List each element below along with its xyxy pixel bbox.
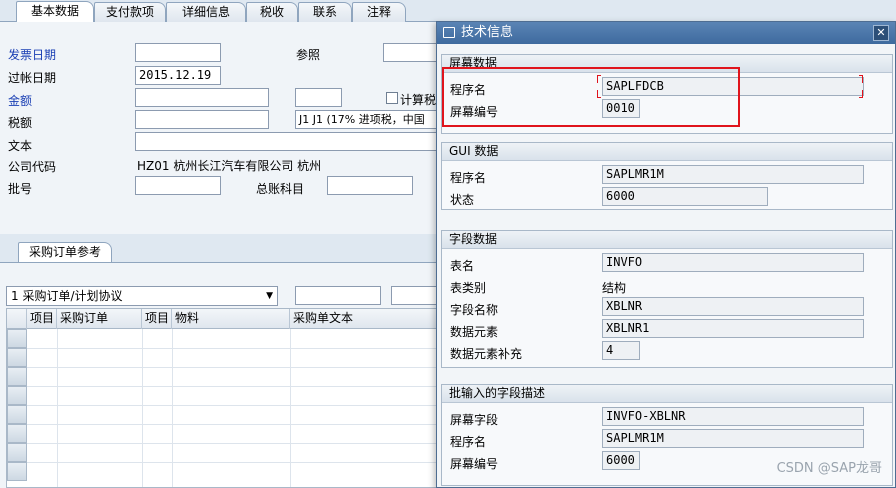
po-item-input[interactable]	[391, 286, 441, 305]
row-selector[interactable]	[7, 405, 27, 424]
row-line	[27, 424, 437, 425]
reference-input[interactable]	[383, 43, 443, 62]
bracket-mark	[597, 75, 601, 83]
tab-contact[interactable]: 联系	[298, 2, 352, 22]
row-selector[interactable]	[7, 462, 27, 481]
dtel-suppl-label: 数据元素补充	[450, 347, 523, 361]
bi-program-value[interactable]: SAPLMR1M	[602, 429, 864, 448]
posting-date-input[interactable]: 2015.12.19	[135, 66, 221, 85]
tax-amount-input[interactable]	[135, 110, 269, 129]
calc-tax-checkbox[interactable]	[386, 92, 398, 104]
row-line	[27, 348, 437, 349]
po-type-select[interactable]: 1 采购订单/计划协议 ▼	[6, 286, 278, 306]
invoice-date-label: 发票日期	[8, 48, 57, 62]
tab-details[interactable]: 详细信息	[166, 2, 246, 22]
text-input[interactable]	[135, 132, 445, 151]
dialog-title: 技术信息	[461, 25, 514, 40]
select-all-cell[interactable]	[7, 309, 27, 329]
row-selector[interactable]	[7, 367, 27, 386]
table-type-label: 表类别	[450, 281, 487, 295]
posting-date-label: 过帐日期	[8, 71, 57, 85]
gui-program-label: 程序名	[450, 171, 487, 185]
col-header-item[interactable]: 项目	[27, 309, 57, 329]
watermark: CSDN @SAP龙哥	[776, 461, 882, 476]
bi-screen-no-value[interactable]: 6000	[602, 451, 640, 470]
po-type-value: 1 采购订单/计划协议	[11, 289, 123, 303]
data-element-value[interactable]: XBLNR1	[602, 319, 864, 338]
dtel-suppl-value[interactable]: 4	[602, 341, 640, 360]
row-line	[27, 462, 437, 463]
highlight-box	[442, 67, 740, 127]
tab-bar: 基本数据 支付款项 详细信息 税收 联系 注释	[0, 0, 896, 23]
batch-label: 批号	[8, 182, 33, 196]
gl-account-label: 总账科目	[256, 182, 305, 196]
bi-program-label: 程序名	[450, 435, 487, 449]
row-selector[interactable]	[7, 424, 27, 443]
gui-program-value[interactable]: SAPLMR1M	[602, 165, 864, 184]
row-line	[27, 367, 437, 368]
field-name-value[interactable]: XBLNR	[602, 297, 864, 316]
screen-field-value[interactable]: INVFO-XBLNR	[602, 407, 864, 426]
table-name-label: 表名	[450, 259, 475, 273]
company-code-value: HZ01 杭州长江汽车有限公司 杭州	[137, 159, 322, 173]
tab-basic-data[interactable]: 基本数据	[16, 1, 94, 23]
amount-input[interactable]	[135, 88, 269, 107]
reference-label: 参照	[296, 48, 321, 62]
company-code-label: 公司代码	[8, 160, 57, 174]
row-line	[27, 405, 437, 406]
tab-payment[interactable]: 支付款项	[94, 2, 166, 22]
status-label: 状态	[450, 193, 475, 207]
close-icon[interactable]: ✕	[873, 25, 889, 41]
dialog-title-bar[interactable]: 技术信息 ✕	[437, 22, 895, 44]
row-line	[27, 386, 437, 387]
invoice-date-input[interactable]	[135, 43, 221, 62]
chevron-down-icon[interactable]: ▼	[266, 287, 273, 305]
bracket-mark	[859, 90, 863, 98]
bracket-mark	[597, 90, 601, 98]
bracket-mark	[859, 75, 863, 83]
row-line	[27, 443, 437, 444]
row-selector[interactable]	[7, 443, 27, 462]
tax-amount-label: 税额	[8, 116, 33, 130]
amount-label: 金额	[8, 94, 33, 108]
col-line	[142, 329, 143, 487]
group-field-data: 字段数据 表名 INVFO 表类别 结构 字段名称 XBLNR 数据元素 XBL…	[441, 230, 893, 368]
col-header-po[interactable]: 采购订单	[57, 309, 142, 329]
screen-field-label: 屏幕字段	[450, 413, 499, 427]
status-value[interactable]: 6000	[602, 187, 768, 206]
gl-account-input[interactable]	[327, 176, 413, 195]
field-name-label: 字段名称	[450, 303, 499, 317]
table-name-value[interactable]: INVFO	[602, 253, 864, 272]
group-title: 字段数据	[442, 231, 892, 249]
col-line	[172, 329, 173, 487]
calc-tax-label: 计算税	[400, 93, 437, 107]
po-number-input[interactable]	[295, 286, 381, 305]
row-selector[interactable]	[7, 348, 27, 367]
bi-screen-no-label: 屏幕编号	[450, 457, 499, 471]
tab-notes[interactable]: 注释	[352, 2, 406, 22]
col-header-material[interactable]: 物料	[172, 309, 290, 329]
col-line	[290, 329, 291, 487]
group-gui-data: GUI 数据 程序名 SAPLMR1M 状态 6000	[441, 142, 893, 210]
text-label: 文本	[8, 139, 33, 153]
data-element-label: 数据元素	[450, 325, 499, 339]
tab-tax[interactable]: 税收	[246, 2, 298, 22]
group-title: 批输入的字段描述	[442, 385, 892, 403]
col-header-po-item[interactable]: 项目	[142, 309, 172, 329]
group-title: GUI 数据	[442, 143, 892, 161]
col-line	[57, 329, 58, 487]
tab-po-reference[interactable]: 采购订单参考	[18, 242, 113, 262]
window-icon	[443, 27, 455, 38]
table-type-value: 结构	[602, 281, 627, 295]
col-header-po-text[interactable]: 采购单文本	[290, 309, 440, 329]
batch-input[interactable]	[135, 176, 221, 195]
row-selector[interactable]	[7, 386, 27, 405]
tax-code-select[interactable]: J1 J1 (17% 进项税，中国	[295, 110, 445, 129]
currency-input[interactable]	[295, 88, 342, 107]
row-selector[interactable]	[7, 329, 27, 348]
